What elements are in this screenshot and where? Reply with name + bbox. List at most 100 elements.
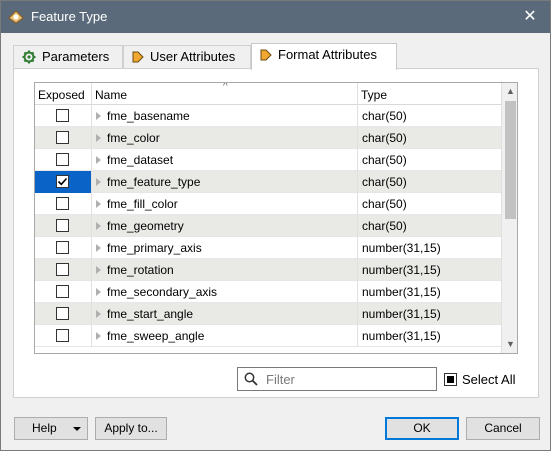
- exposed-checkbox[interactable]: [56, 153, 69, 166]
- cancel-button[interactable]: Cancel: [466, 417, 540, 440]
- table-row[interactable]: fme_rotation number(31,15): [35, 259, 501, 281]
- attribute-type-cell: number(31,15): [362, 329, 441, 343]
- attribute-type-cell: number(31,15): [362, 263, 441, 277]
- ok-button[interactable]: OK: [385, 417, 459, 440]
- exposed-checkbox[interactable]: [56, 285, 69, 298]
- tab-user-attributes[interactable]: User Attributes: [123, 45, 251, 69]
- close-icon[interactable]: ✕: [516, 5, 544, 29]
- exposed-checkbox[interactable]: [56, 219, 69, 232]
- scrollbar-thumb[interactable]: [505, 101, 516, 219]
- feature-type-dialog: Feature Type ✕ Parameters User Attribute…: [0, 0, 551, 451]
- expand-arrow-icon[interactable]: [96, 156, 101, 164]
- attribute-name-cell: fme_geometry: [92, 215, 358, 237]
- exposed-cell: [35, 171, 92, 193]
- attribute-name: fme_primary_axis: [107, 241, 202, 255]
- attribute-type-cell: char(50): [362, 131, 407, 145]
- exposed-cell: [35, 259, 92, 281]
- table-body: fme_basename char(50) fme_color char(50) fme…: [35, 105, 501, 347]
- exposed-checkbox[interactable]: [56, 109, 69, 122]
- attribute-name: fme_sweep_angle: [107, 329, 205, 343]
- exposed-checkbox[interactable]: [56, 307, 69, 320]
- chevron-down-icon[interactable]: [73, 427, 81, 431]
- exposed-cell: [35, 215, 92, 237]
- attribute-name: fme_feature_type: [107, 175, 201, 189]
- app-icon: [8, 10, 24, 24]
- apply-to-button[interactable]: Apply to...: [95, 417, 167, 440]
- scroll-down-icon[interactable]: ▼: [502, 336, 517, 353]
- table-row[interactable]: fme_start_angle number(31,15): [35, 303, 501, 325]
- tab-user-attributes-label: User Attributes: [150, 49, 236, 64]
- exposed-cell: [35, 237, 92, 259]
- expand-arrow-icon[interactable]: [96, 222, 101, 230]
- attribute-name-cell: fme_sweep_angle: [92, 325, 358, 347]
- vertical-scrollbar[interactable]: ▲ ▼: [501, 83, 517, 353]
- tab-format-attributes-label: Format Attributes: [278, 47, 377, 62]
- attribute-name: fme_rotation: [107, 263, 174, 277]
- exposed-cell: [35, 325, 92, 347]
- attribute-type-cell: char(50): [362, 109, 407, 123]
- expand-arrow-icon[interactable]: [96, 310, 101, 318]
- help-button[interactable]: Help: [14, 417, 88, 440]
- tab-format-attributes[interactable]: Format Attributes: [251, 43, 397, 70]
- attributes-table: Exposed Name ^ Type fme_basename char(50)…: [34, 82, 518, 354]
- table-row[interactable]: fme_geometry char(50): [35, 215, 501, 237]
- attribute-name-cell: fme_dataset: [92, 149, 358, 171]
- arrow-right-icon: [260, 48, 272, 65]
- expand-arrow-icon[interactable]: [96, 200, 101, 208]
- exposed-checkbox[interactable]: [56, 175, 69, 188]
- table-header: Exposed Name ^ Type: [35, 83, 501, 105]
- attribute-type-cell: number(31,15): [362, 241, 441, 255]
- exposed-cell: [35, 193, 92, 215]
- scroll-up-icon[interactable]: ▲: [502, 83, 517, 100]
- attribute-name: fme_start_angle: [107, 307, 194, 321]
- table-row[interactable]: fme_sweep_angle number(31,15): [35, 325, 501, 347]
- table-row[interactable]: fme_basename char(50): [35, 105, 501, 127]
- tab-parameters[interactable]: Parameters: [13, 45, 123, 69]
- table-row[interactable]: fme_secondary_axis number(31,15): [35, 281, 501, 303]
- select-all-label: Select All: [462, 372, 516, 387]
- expand-arrow-icon[interactable]: [96, 266, 101, 274]
- exposed-checkbox[interactable]: [56, 241, 69, 254]
- exposed-cell: [35, 149, 92, 171]
- attribute-type-cell: number(31,15): [362, 285, 441, 299]
- attribute-type-cell: char(50): [362, 197, 407, 211]
- filter-box[interactable]: [237, 367, 437, 391]
- attribute-name-cell: fme_secondary_axis: [92, 281, 358, 303]
- column-header-type[interactable]: Type: [358, 83, 501, 105]
- table-row[interactable]: fme_dataset char(50): [35, 149, 501, 171]
- exposed-cell: [35, 105, 92, 127]
- exposed-checkbox[interactable]: [56, 263, 69, 276]
- table-row[interactable]: fme_fill_color char(50): [35, 193, 501, 215]
- select-all-checkbox[interactable]: Select All: [444, 372, 515, 387]
- expand-arrow-icon[interactable]: [96, 288, 101, 296]
- table-row[interactable]: fme_primary_axis number(31,15): [35, 237, 501, 259]
- expand-arrow-icon[interactable]: [96, 178, 101, 186]
- table-row[interactable]: fme_color char(50): [35, 127, 501, 149]
- expand-arrow-icon[interactable]: [96, 244, 101, 252]
- attribute-name-cell: fme_rotation: [92, 259, 358, 281]
- expand-arrow-icon[interactable]: [96, 332, 101, 340]
- attribute-name-cell: fme_basename: [92, 105, 358, 127]
- table-row[interactable]: fme_feature_type char(50): [35, 171, 501, 193]
- exposed-cell: [35, 127, 92, 149]
- attribute-type-cell: char(50): [362, 219, 407, 233]
- exposed-cell: [35, 303, 92, 325]
- attribute-name: fme_secondary_axis: [107, 285, 218, 299]
- column-header-exposed[interactable]: Exposed: [35, 83, 92, 105]
- exposed-checkbox[interactable]: [56, 131, 69, 144]
- attribute-name: fme_geometry: [107, 219, 184, 233]
- filter-input[interactable]: [264, 370, 432, 388]
- attribute-name: fme_dataset: [107, 153, 174, 167]
- sort-ascending-icon: ^: [223, 82, 228, 92]
- select-all-indeterminate-box[interactable]: [444, 373, 457, 386]
- attribute-type-cell: char(50): [362, 175, 407, 189]
- attribute-name-cell: fme_fill_color: [92, 193, 358, 215]
- expand-arrow-icon[interactable]: [96, 112, 101, 120]
- attribute-name: fme_fill_color: [107, 197, 178, 211]
- exposed-checkbox[interactable]: [56, 329, 69, 342]
- attribute-name-cell: fme_feature_type: [92, 171, 358, 193]
- attribute-name-cell: fme_start_angle: [92, 303, 358, 325]
- expand-arrow-icon[interactable]: [96, 134, 101, 142]
- attribute-type-cell: number(31,15): [362, 307, 441, 321]
- exposed-checkbox[interactable]: [56, 197, 69, 210]
